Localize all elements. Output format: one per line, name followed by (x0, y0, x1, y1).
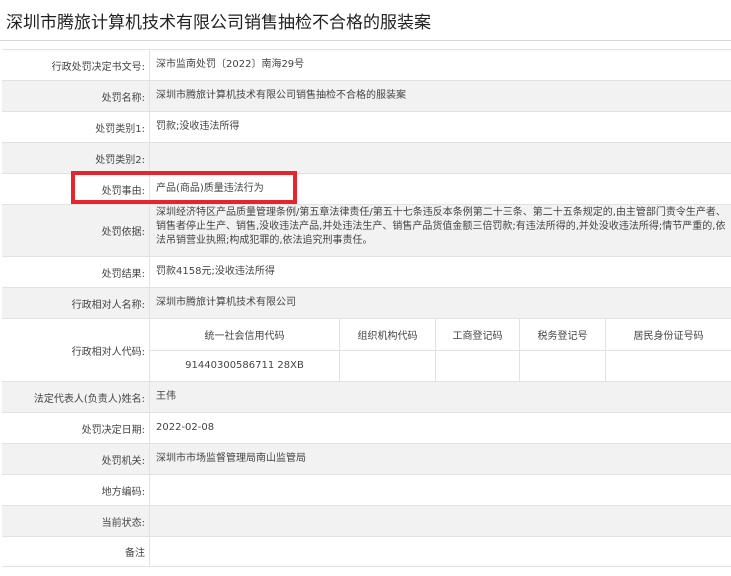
table-row: 地方编码: (2, 474, 731, 505)
penalty-basis-value: 深圳经济特区产品质量管理条例/第五章法律责任/第五十七条违反本条例第二十三条、第… (156, 207, 726, 246)
id-number-value (606, 351, 731, 382)
code-header: 统一社会信用代码 (150, 319, 340, 350)
row-label: 处罚决定日期: (2, 413, 150, 443)
penalty-category-1-value: 罚款;没收违法所得 (156, 121, 240, 132)
penalty-detail-table: 行政处罚决定书文号: 深市监南处罚〔2022〕南海29号 处罚名称: 深圳市腾旅… (2, 49, 731, 567)
row-label: 行政相对人名称: (2, 288, 150, 318)
title-divider (0, 40, 731, 41)
highlight-box (71, 171, 297, 204)
table-row: 处罚依据: 深圳经济特区产品质量管理条例/第五章法律责任/第五十七条违反本条例第… (2, 204, 731, 256)
counterparty-name-value: 深圳市腾旅计算机技术有限公司 (156, 297, 296, 308)
penalty-authority-value: 深圳市市场监督管理局南山监管局 (156, 453, 306, 464)
tax-reg-value (520, 350, 606, 381)
table-row: 处罚类别2: (2, 142, 731, 173)
table-row: 处罚机关: 深圳市市场监督管理局南山监管局 (2, 443, 731, 474)
row-label: 当前状态: (2, 506, 150, 536)
row-label: 处罚名称: (2, 81, 150, 111)
code-header: 工商登记码 (436, 319, 520, 350)
table-row: 行政处罚决定书文号: 深市监南处罚〔2022〕南海29号 (2, 49, 731, 80)
decision-number-value: 深市监南处罚〔2022〕南海29号 (156, 59, 305, 70)
table-row: 处罚类别1: 罚款;没收违法所得 (2, 111, 731, 142)
code-header-row: 统一社会信用代码 组织机构代码 工商登记码 税务登记号 居民身份证号码 (150, 319, 731, 350)
row-label: 地方编码: (2, 475, 150, 505)
credit-code-value: 91440300586711 28XB (150, 350, 340, 381)
table-row: 法定代表人(负责人)姓名: 王伟 (2, 381, 731, 412)
current-status-value (150, 506, 731, 536)
code-header: 税务登记号 (520, 319, 606, 350)
code-header: 组织机构代码 (340, 319, 436, 350)
penalty-category-2-value (150, 143, 731, 173)
local-code-value (150, 475, 731, 505)
legal-representative-value: 王伟 (156, 391, 176, 402)
penalty-name-value: 深圳市腾旅计算机技术有限公司销售抽检不合格的服装案 (156, 90, 406, 101)
table-row: 行政相对人代码: 统一社会信用代码 组织机构代码 工商登记码 税务登记号 居民身… (2, 318, 731, 381)
table-row: 处罚结果: 罚款4158元;没收违法所得 (2, 256, 731, 287)
row-label: 行政相对人代码: (2, 319, 150, 381)
table-row: 行政相对人名称: 深圳市腾旅计算机技术有限公司 (2, 287, 731, 318)
code-value-row: 91440300586711 28XB (150, 349, 731, 382)
row-label: 处罚结果: (2, 257, 150, 287)
row-label: 处罚类别1: (2, 112, 150, 142)
row-label: 处罚类别2: (2, 143, 150, 173)
decision-date-value: 2022-02-08 (156, 422, 215, 433)
table-row: 处罚名称: 深圳市腾旅计算机技术有限公司销售抽检不合格的服装案 (2, 80, 731, 111)
row-label: 处罚依据: (2, 205, 150, 256)
page-title: 深圳市腾旅计算机技术有限公司销售抽检不合格的服装案 (6, 13, 431, 33)
row-label: 行政处罚决定书文号: (2, 50, 150, 80)
business-reg-value (436, 350, 520, 381)
table-row: 处罚决定日期: 2022-02-08 (2, 412, 731, 443)
row-label: 备注 (2, 537, 150, 566)
code-header: 居民身份证号码 (633, 330, 704, 342)
row-label: 法定代表人(负责人)姓名: (2, 382, 150, 412)
table-row: 当前状态: (2, 505, 731, 536)
row-label: 处罚机关: (2, 444, 150, 474)
remarks-value (150, 537, 731, 566)
table-row: 备注 (2, 536, 731, 567)
org-code-value (340, 350, 436, 381)
penalty-result-value: 罚款4158元;没收违法所得 (156, 266, 275, 277)
counterparty-code-table: 统一社会信用代码 组织机构代码 工商登记码 税务登记号 居民身份证号码 9144… (150, 319, 731, 381)
